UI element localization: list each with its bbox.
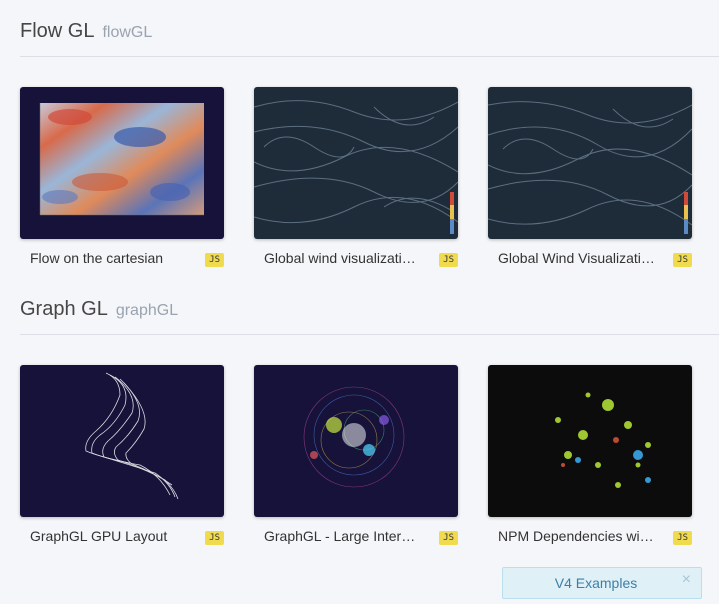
- thumbnail-graphgl-gpu-layout[interactable]: [20, 365, 224, 517]
- thumbnail-global-wind[interactable]: [254, 87, 458, 239]
- close-icon[interactable]: ×: [682, 571, 691, 589]
- card-title[interactable]: GraphGL - Large Inter…: [264, 528, 424, 544]
- card-title[interactable]: Flow on the cartesian: [30, 250, 190, 266]
- js-badge: JS: [205, 253, 224, 267]
- js-badge: JS: [673, 531, 692, 545]
- example-card[interactable]: GraphGL GPU Layout JS: [20, 365, 224, 550]
- section-subtitle: graphGL: [115, 302, 179, 319]
- section-title: Flow GL: [20, 20, 95, 42]
- example-card[interactable]: Flow on the cartesian JS: [20, 87, 224, 272]
- section-graphgl: Graph GL graphGL GraphGL GPU Layout JS G…: [0, 298, 719, 558]
- v4-examples-banner[interactable]: V4 Examples ×: [502, 567, 702, 599]
- section-flowgl: Flow GL flowGL Flow on the cartesian JS …: [0, 20, 719, 280]
- card-title[interactable]: Global wind visualizati…: [264, 250, 424, 266]
- section-title: Graph GL: [20, 298, 108, 320]
- thumbnail-npm-dependencies[interactable]: [488, 365, 692, 517]
- example-card[interactable]: Global wind visualizati… JS: [254, 87, 458, 272]
- js-badge: JS: [439, 253, 458, 267]
- card-title[interactable]: Global Wind Visualizati…: [498, 250, 658, 266]
- example-card[interactable]: NPM Dependencies wi… JS: [488, 365, 692, 550]
- section-header: Graph GL graphGL: [20, 298, 719, 335]
- card-title[interactable]: NPM Dependencies wi…: [498, 528, 658, 544]
- js-badge: JS: [205, 531, 224, 545]
- thumbnail-graphgl-large[interactable]: [254, 365, 458, 517]
- v4-examples-link[interactable]: V4 Examples: [503, 575, 689, 591]
- thumbnail-global-wind-2[interactable]: [488, 87, 692, 239]
- js-badge: JS: [673, 253, 692, 267]
- section-header: Flow GL flowGL: [20, 20, 719, 57]
- card-title[interactable]: GraphGL GPU Layout: [30, 528, 190, 544]
- example-card[interactable]: GraphGL - Large Inter… JS: [254, 365, 458, 550]
- thumbnail-flow-cartesian[interactable]: [20, 87, 224, 239]
- section-subtitle: flowGL: [102, 24, 153, 41]
- js-badge: JS: [439, 531, 458, 545]
- example-card[interactable]: Global Wind Visualizati… JS: [488, 87, 692, 272]
